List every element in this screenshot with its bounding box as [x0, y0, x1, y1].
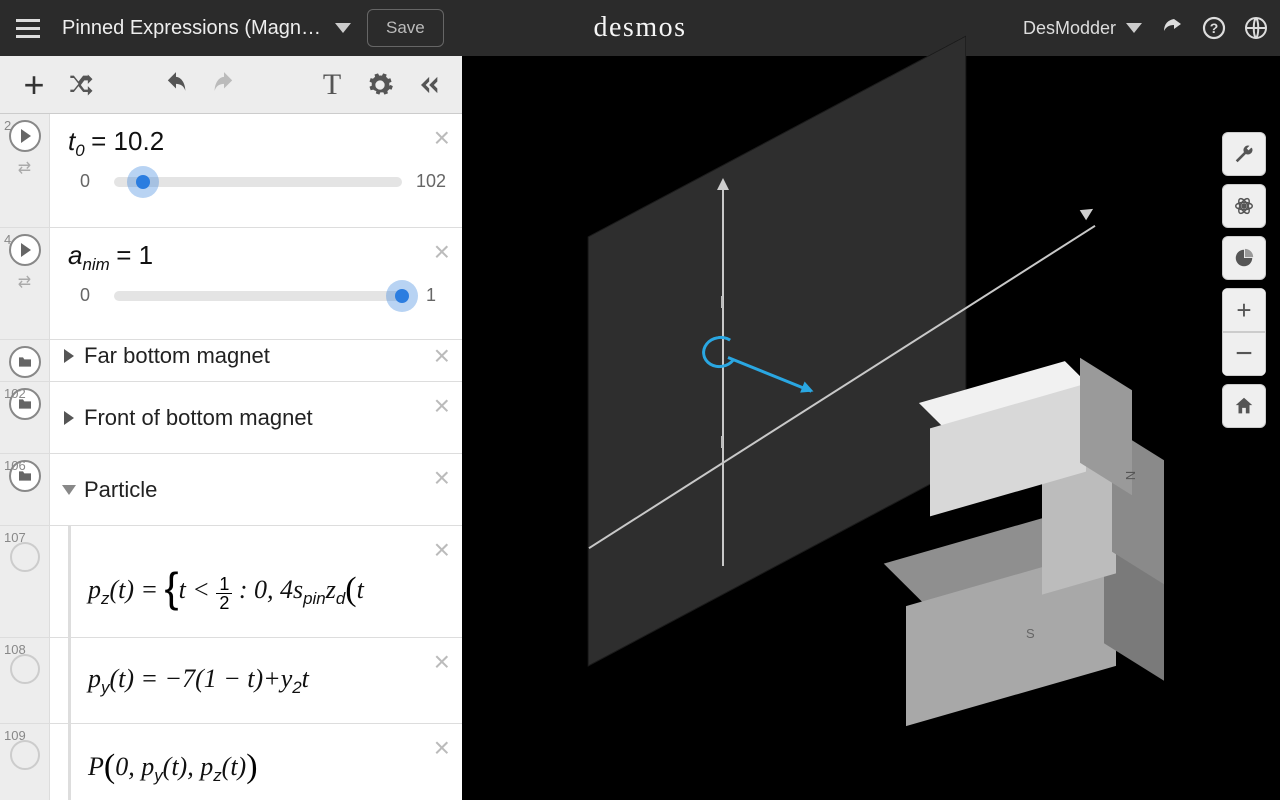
undo-button[interactable] [152, 61, 200, 109]
text-mode-button[interactable]: T [308, 61, 356, 109]
chevron-right-icon[interactable] [64, 411, 74, 425]
expression-math[interactable]: pz(t) = {t < 12 : 0, 4spinzd(t [88, 585, 364, 602]
expression-row[interactable]: 2 ⇄ × t0 = 10.2 0 102 [0, 114, 462, 228]
delete-button[interactable]: × [434, 390, 450, 422]
save-button[interactable]: Save [367, 9, 444, 47]
visibility-toggle[interactable] [10, 542, 40, 572]
row-index: 2 [4, 118, 11, 133]
desmos-logo: desmos [594, 0, 687, 56]
folder-label: Far bottom magnet [84, 343, 270, 369]
home-button[interactable] [1222, 384, 1266, 428]
axis-line [722, 186, 724, 566]
slider-track[interactable] [114, 177, 402, 187]
delete-button[interactable]: × [434, 534, 450, 566]
app-header: Pinned Expressions (Magn… Save desmos De… [0, 0, 1280, 56]
expression-row[interactable]: 107 × pz(t) = {t < 12 : 0, 4spinzd(t [0, 526, 462, 638]
folder-row[interactable]: 106 × Particle [0, 454, 462, 526]
shuffle-icon[interactable] [58, 61, 106, 109]
expression-toolbar: + T [0, 56, 462, 114]
chevron-right-icon[interactable] [64, 349, 74, 363]
zoom-out-button[interactable]: − [1222, 332, 1266, 376]
row-index: 108 [4, 642, 26, 657]
chevron-down-icon[interactable] [62, 485, 76, 495]
folder-label: Front of bottom magnet [84, 405, 313, 431]
help-icon[interactable]: ? [1202, 16, 1226, 40]
orbit-view-icon[interactable] [1222, 184, 1266, 228]
row-index: 107 [4, 530, 26, 545]
step-mode-icon[interactable]: ⇄ [18, 272, 31, 292]
expression-math[interactable]: P(0, py(t), pz(t)) [88, 762, 258, 779]
globe-icon[interactable] [1244, 16, 1268, 40]
delete-button[interactable]: × [434, 236, 450, 268]
folder-label: Particle [84, 477, 157, 503]
folder-row[interactable]: 102 × Front of bottom magnet [0, 382, 462, 454]
title-caret-icon[interactable] [335, 23, 351, 33]
zoom-in-button[interactable]: + [1222, 288, 1266, 332]
expression-panel: + T 2 ⇄ × t0 = 10.2 0 [0, 56, 462, 800]
graph-viewport[interactable]: N S + − [462, 56, 1280, 800]
share-icon[interactable] [1160, 16, 1184, 40]
delete-button[interactable]: × [434, 122, 450, 154]
folder-row[interactable]: × Far bottom magnet [0, 340, 462, 382]
wrench-icon[interactable] [1222, 132, 1266, 176]
svg-text:?: ? [1210, 20, 1219, 36]
add-expression-button[interactable]: + [10, 61, 58, 109]
collapse-panel-button[interactable] [404, 61, 452, 109]
step-mode-icon[interactable]: ⇄ [18, 158, 31, 178]
delete-button[interactable]: × [434, 732, 450, 764]
folder-icon[interactable] [9, 346, 41, 378]
play-button[interactable] [9, 120, 41, 152]
expression-list: 2 ⇄ × t0 = 10.2 0 102 4 [0, 114, 462, 800]
row-index: 4 [4, 232, 11, 247]
expression-row[interactable]: 4 ⇄ × anim = 1 0 1 [0, 228, 462, 340]
delete-button[interactable]: × [434, 646, 450, 678]
expression-row[interactable]: 109 × P(0, py(t), pz(t)) [0, 724, 462, 800]
redo-button[interactable] [200, 61, 248, 109]
south-label: S [1026, 626, 1035, 641]
pie-chart-icon[interactable] [1222, 236, 1266, 280]
desmodder-menu[interactable]: DesModder [1023, 18, 1142, 39]
settings-icon[interactable] [356, 61, 404, 109]
slider[interactable]: 0 1 [68, 285, 448, 306]
row-index: 109 [4, 728, 26, 743]
chevron-down-icon [1126, 23, 1142, 33]
play-button[interactable] [9, 234, 41, 266]
slider[interactable]: 0 102 [68, 171, 448, 192]
row-index: 102 [4, 386, 26, 401]
graph-title[interactable]: Pinned Expressions (Magn… [62, 17, 321, 40]
expression-math[interactable]: py(t) = −7(1 − t)+y2t [88, 674, 309, 691]
visibility-toggle[interactable] [10, 740, 40, 770]
slider-track[interactable] [114, 291, 402, 301]
delete-button[interactable]: × [434, 462, 450, 494]
menu-icon[interactable] [0, 0, 56, 56]
visibility-toggle[interactable] [10, 654, 40, 684]
row-index: 106 [4, 458, 26, 473]
delete-button[interactable]: × [434, 340, 450, 372]
north-label: N [1123, 471, 1138, 480]
expression-row[interactable]: 108 × py(t) = −7(1 − t)+y2t [0, 638, 462, 724]
